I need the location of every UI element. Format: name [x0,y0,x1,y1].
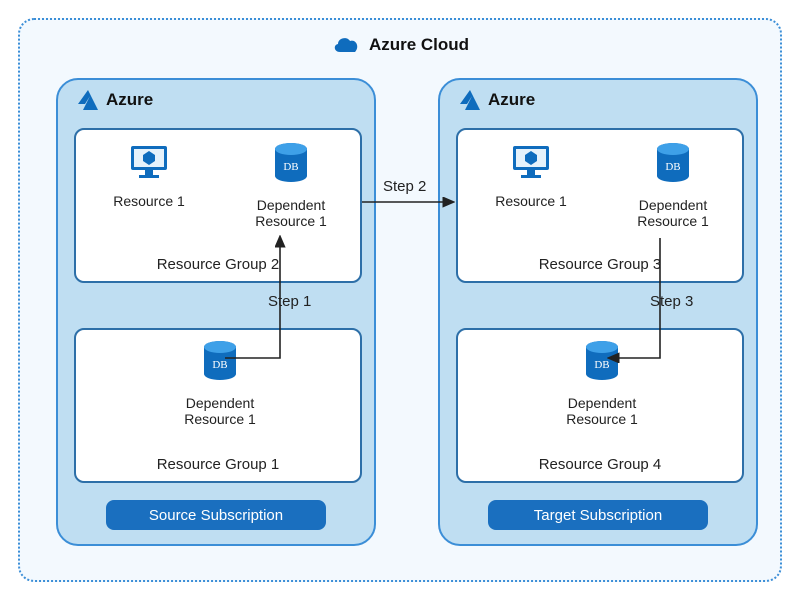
azure-cloud-frame: Azure Cloud Azure Resource 1 [18,18,782,582]
arrows-overlay [20,20,784,584]
